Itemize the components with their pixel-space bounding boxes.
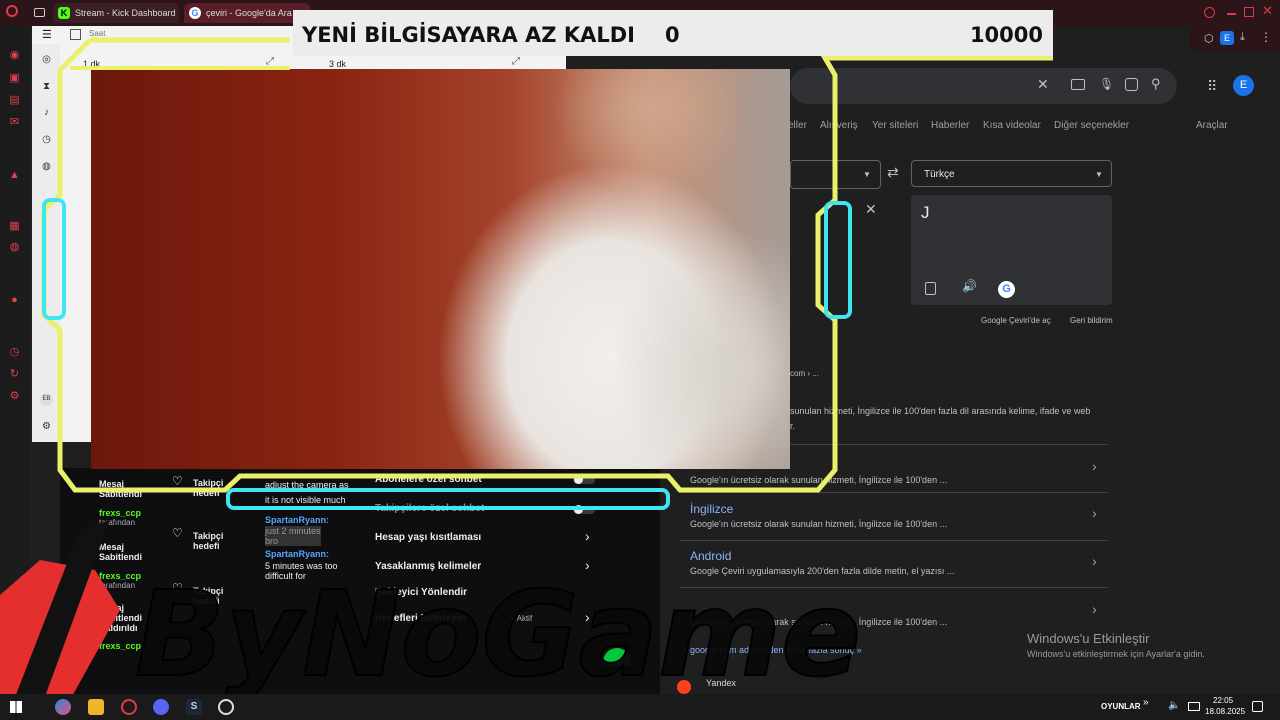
- watermark-text: ByNoGame: [135, 565, 860, 703]
- clock-date[interactable]: 18.08.2025: [1205, 707, 1245, 716]
- clock-time[interactable]: 22:05: [1213, 696, 1233, 705]
- overlay-side-bracket: [824, 201, 852, 319]
- channel-watermark: ByNoGame: [0, 520, 860, 710]
- tray-label[interactable]: OYUNLAR: [1101, 702, 1141, 711]
- tray-speaker-icon[interactable]: 🔈: [1168, 700, 1180, 711]
- obs-icon[interactable]: [218, 699, 234, 715]
- tray-overflow-icon[interactable]: »: [1143, 697, 1149, 708]
- goal-target: 10000: [969, 23, 1043, 47]
- overlay-side-bracket: [42, 198, 66, 320]
- steam-icon[interactable]: S: [186, 699, 202, 715]
- goal-current: 0: [665, 23, 680, 47]
- file-explorer-icon[interactable]: [88, 699, 104, 715]
- start-icon[interactable]: [10, 701, 22, 713]
- donation-goal-banner: YENİ BİLGİSAYARA AZ KALDI 0 10000: [293, 10, 1053, 56]
- goal-label: YENİ BİLGİSAYARA AZ KALDI: [302, 23, 635, 47]
- tray-network-icon[interactable]: [1188, 702, 1200, 711]
- windows-taskbar: S OYUNLAR » 🔈 22:05 18.08.2025: [0, 694, 1280, 720]
- discord-icon[interactable]: [153, 699, 169, 715]
- copilot-icon[interactable]: [55, 699, 71, 715]
- opera-icon[interactable]: [121, 699, 137, 715]
- overlay-frame-outline: [41, 37, 1053, 493]
- notification-icon[interactable]: [1252, 701, 1263, 712]
